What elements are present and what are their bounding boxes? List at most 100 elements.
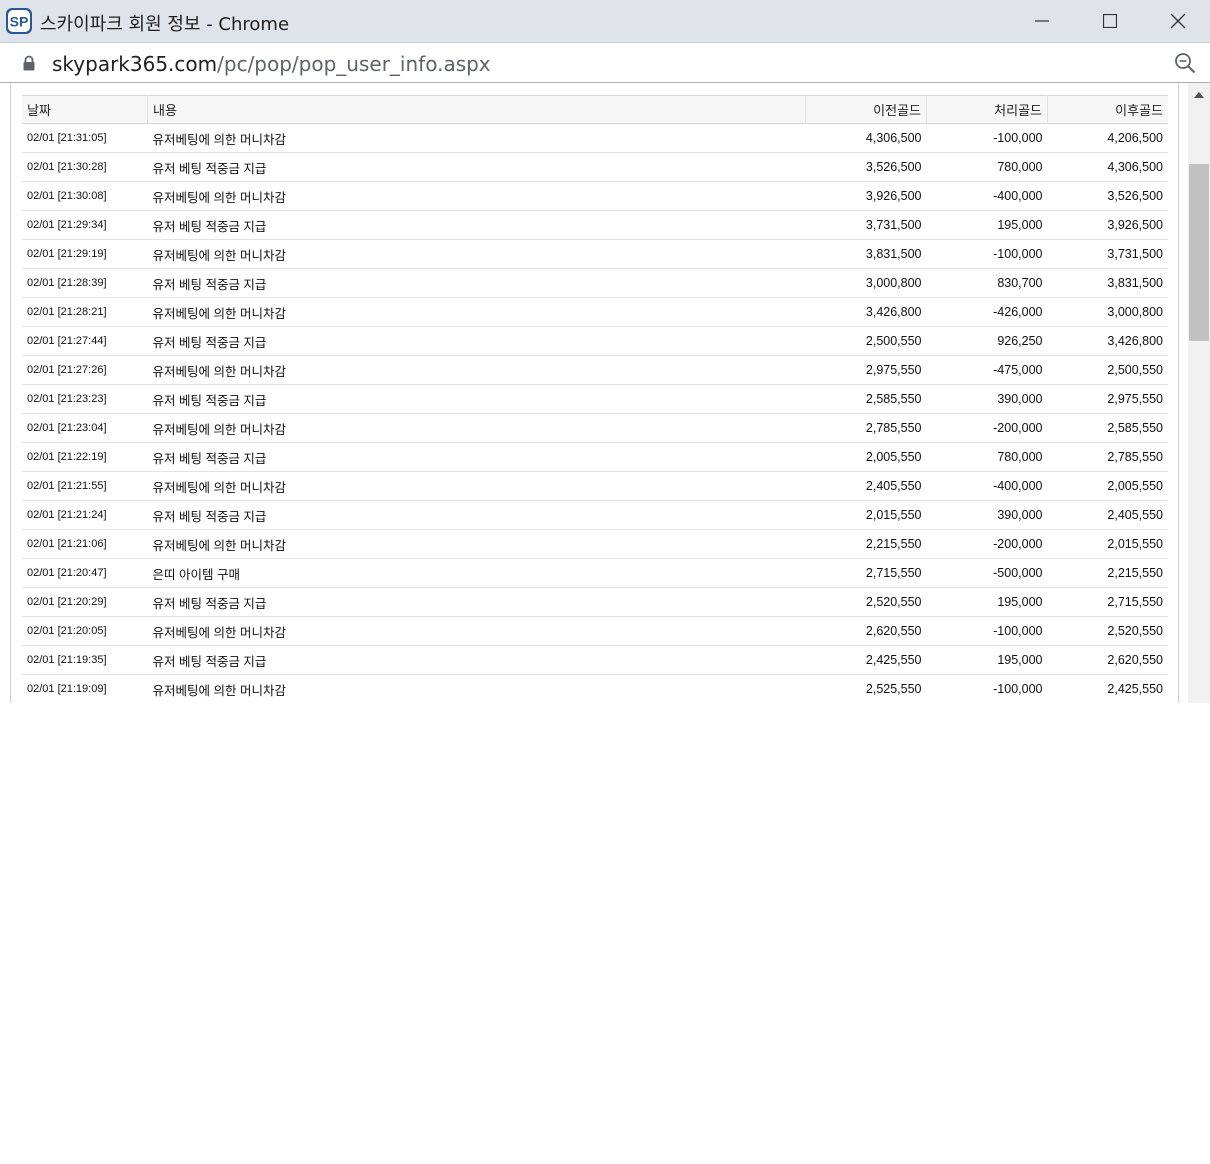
cell-change-gold: -500,000 (926, 558, 1048, 588)
cell-change-gold: -400,000 (926, 181, 1048, 211)
close-icon (1170, 13, 1186, 29)
cell-after-gold: 2,715,550 (1047, 587, 1168, 617)
cell-desc: 유저베팅에 의한 머니차감 (147, 297, 806, 327)
table-row: 02/01 [21:20:05] 유저베팅에 의한 머니차감 2,620,550 -1… (22, 616, 1168, 646)
cell-date: 02/01 [21:30:08] (22, 181, 148, 211)
cell-change-gold: 926,250 (926, 326, 1048, 356)
cell-date: 02/01 [21:19:35] (22, 645, 148, 675)
cell-desc: 유저 베팅 적중금 지급 (147, 152, 806, 182)
cell-after-gold: 2,585,550 (1047, 413, 1168, 443)
cell-change-gold: -200,000 (926, 529, 1048, 559)
cell-desc: 유저 베팅 적중금 지급 (147, 326, 806, 356)
cell-after-gold: 2,975,550 (1047, 384, 1168, 414)
cell-desc: 유저베팅에 의한 머니차감 (147, 123, 806, 153)
cell-after-gold: 3,000,800 (1047, 297, 1168, 327)
cell-date: 02/01 [21:19:09] (22, 674, 148, 703)
cell-date: 02/01 [21:20:29] (22, 587, 148, 617)
cell-change-gold: -100,000 (926, 239, 1048, 269)
cell-desc: 유저 베팅 적중금 지급 (147, 645, 806, 675)
skypark-logo: SP (6, 8, 32, 34)
logo-text: SP (10, 14, 29, 30)
minimize-icon (1035, 20, 1049, 22)
cell-date: 02/01 [21:29:19] (22, 239, 148, 269)
cell-date: 02/01 [21:23:23] (22, 384, 148, 414)
table-row: 02/01 [21:28:39] 유저 베팅 적중금 지급 3,000,800 830… (22, 268, 1168, 298)
header-after-gold: 이후골드 (1047, 95, 1168, 124)
cell-after-gold: 2,425,550 (1047, 674, 1168, 703)
table-row: 02/01 [21:20:47] 은띠 아이템 구매 2,715,550 -500,0… (22, 558, 1168, 588)
page-content: 날짜 내용 이전골드 처리골드 이후골드 02/01 [21:31:05] 유저베… (0, 83, 1210, 703)
cell-desc: 유저베팅에 의한 머니차감 (147, 529, 806, 559)
cell-before-gold: 2,015,550 (805, 500, 927, 530)
cell-change-gold: -100,000 (926, 123, 1048, 153)
cell-change-gold: 390,000 (926, 384, 1048, 414)
vertical-scrollbar[interactable] (1188, 83, 1210, 703)
cell-before-gold: 3,000,800 (805, 268, 927, 298)
cell-change-gold: 195,000 (926, 587, 1048, 617)
table-row: 02/01 [21:21:06] 유저베팅에 의한 머니차감 2,215,550 -2… (22, 529, 1168, 559)
window-title: 스카이파크 회원 정보 - Chrome (40, 14, 290, 35)
cell-before-gold: 2,215,550 (805, 529, 927, 559)
cell-change-gold: -100,000 (926, 674, 1048, 703)
cell-after-gold: 2,520,550 (1047, 616, 1168, 646)
cell-after-gold: 3,526,500 (1047, 181, 1168, 211)
header-before-gold: 이전골드 (805, 95, 927, 124)
cell-before-gold: 3,731,500 (805, 210, 927, 240)
url-text[interactable]: skypark365.com/pc/pop/pop_user_info.aspx (52, 52, 491, 76)
cell-desc: 유저베팅에 의한 머니차감 (147, 616, 806, 646)
cell-change-gold: 195,000 (926, 210, 1048, 240)
lock-icon[interactable] (22, 55, 36, 71)
cell-before-gold: 2,715,550 (805, 558, 927, 588)
cell-desc: 유저 베팅 적중금 지급 (147, 587, 806, 617)
cell-after-gold: 3,426,800 (1047, 326, 1168, 356)
cell-desc: 은띠 아이템 구매 (147, 558, 806, 588)
cell-change-gold: 830,700 (926, 268, 1048, 298)
cell-after-gold: 4,306,500 (1047, 152, 1168, 182)
zoom-icon[interactable] (1174, 52, 1196, 74)
table-row: 02/01 [21:27:44] 유저 베팅 적중금 지급 2,500,550 926… (22, 326, 1168, 356)
cell-before-gold: 3,526,500 (805, 152, 927, 182)
close-button[interactable] (1148, 0, 1208, 42)
cell-before-gold: 2,425,550 (805, 645, 927, 675)
cell-change-gold: -400,000 (926, 471, 1048, 501)
cell-desc: 유저베팅에 의한 머니차감 (147, 355, 806, 385)
cell-date: 02/01 [21:21:55] (22, 471, 148, 501)
cell-date: 02/01 [21:20:47] (22, 558, 148, 588)
cell-after-gold: 2,215,550 (1047, 558, 1168, 588)
cell-date: 02/01 [21:27:26] (22, 355, 148, 385)
maximize-button[interactable] (1080, 0, 1140, 42)
cell-after-gold: 2,620,550 (1047, 645, 1168, 675)
header-change-gold: 처리골드 (926, 95, 1048, 124)
table-row: 02/01 [21:30:28] 유저 베팅 적중금 지급 3,526,500 780… (22, 152, 1168, 182)
cell-change-gold: -200,000 (926, 413, 1048, 443)
cell-before-gold: 2,520,550 (805, 587, 927, 617)
cell-change-gold: 780,000 (926, 152, 1048, 182)
table-row: 02/01 [21:21:55] 유저베팅에 의한 머니차감 2,405,550 -4… (22, 471, 1168, 501)
url-path: /pc/pop/pop_user_info.aspx (217, 52, 491, 76)
cell-date: 02/01 [21:20:05] (22, 616, 148, 646)
cell-after-gold: 4,206,500 (1047, 123, 1168, 153)
cell-change-gold: 780,000 (926, 442, 1048, 472)
cell-after-gold: 2,500,550 (1047, 355, 1168, 385)
header-desc: 내용 (147, 95, 806, 124)
cell-before-gold: 2,005,550 (805, 442, 927, 472)
cell-after-gold: 3,926,500 (1047, 210, 1168, 240)
scrollbar-thumb[interactable] (1189, 164, 1209, 341)
cell-before-gold: 2,500,550 (805, 326, 927, 356)
cell-date: 02/01 [21:21:06] (22, 529, 148, 559)
table-row: 02/01 [21:28:21] 유저베팅에 의한 머니차감 3,426,800 -4… (22, 297, 1168, 327)
cell-desc: 유저베팅에 의한 머니차감 (147, 471, 806, 501)
cell-change-gold: 390,000 (926, 500, 1048, 530)
window-titlebar: SP 스카이파크 회원 정보 - Chrome (0, 0, 1210, 42)
scroll-up-button[interactable] (1188, 87, 1210, 103)
table-row: 02/01 [21:23:23] 유저 베팅 적중금 지급 2,585,550 390… (22, 384, 1168, 414)
cell-desc: 유저 베팅 적중금 지급 (147, 442, 806, 472)
cell-desc: 유저 베팅 적중금 지급 (147, 384, 806, 414)
cell-after-gold: 3,831,500 (1047, 268, 1168, 298)
minimize-button[interactable] (1012, 0, 1072, 42)
table-row: 02/01 [21:27:26] 유저베팅에 의한 머니차감 2,975,550 -4… (22, 355, 1168, 385)
cell-before-gold: 2,525,550 (805, 674, 927, 703)
cell-before-gold: 2,975,550 (805, 355, 927, 385)
table-header-row: 날짜 내용 이전골드 처리골드 이후골드 (22, 95, 1168, 124)
cell-after-gold: 2,015,550 (1047, 529, 1168, 559)
